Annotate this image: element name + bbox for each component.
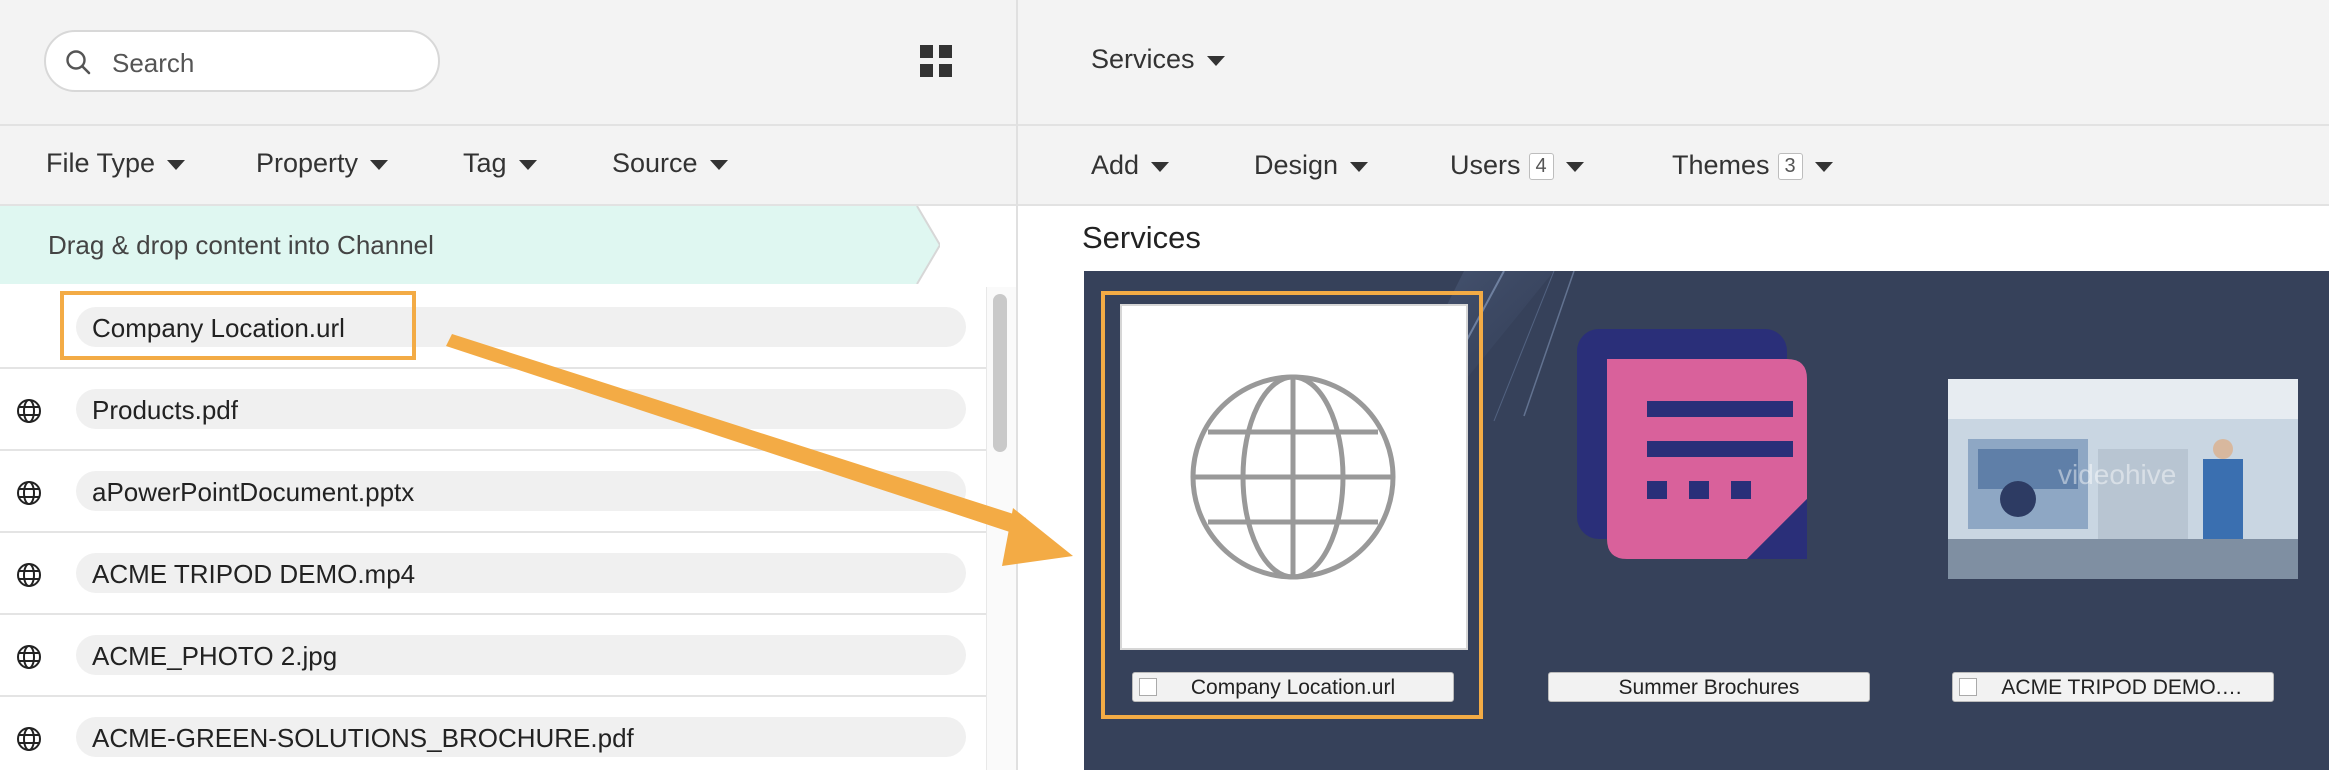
design-menu[interactable]: Design [1254,150,1369,181]
globe-icon [17,481,41,505]
property-filter[interactable]: Property [256,148,389,179]
tile-company-location[interactable]: Company Location.url [1084,271,1484,770]
list-item[interactable]: Products.pdf [0,369,986,451]
banner-chevron-edge [916,206,940,284]
globe-icon [17,399,41,423]
file-pill[interactable]: ACME TRIPOD DEMO.mp4 [76,553,966,593]
list-item[interactable]: ACME TRIPOD DEMO.mp4 [0,533,986,615]
globe-icon [1190,374,1396,580]
list-item[interactable]: aPowerPointDocument.pptx [0,451,986,533]
themes-count-badge: 3 [1777,153,1803,181]
file-pill[interactable]: Company Location.url [76,307,966,347]
tile-acme-tripod-demo[interactable]: videohive ACME TRIPOD DEMO.… [1924,271,2329,770]
tag-filter-label: Tag [463,148,507,178]
list-item[interactable]: ACME-GREEN-SOLUTIONS_BROCHURE.pdf [0,697,986,770]
watermark: videohive [2058,459,2176,490]
chevron-down-icon [370,159,389,170]
filter-bar: File Type Property Tag Source [0,126,1016,206]
globe-icon [17,727,41,751]
chevron-down-icon [1565,161,1584,172]
file-pill[interactable]: ACME-GREEN-SOLUTIONS_BROCHURE.pdf [76,717,966,757]
channel-selector[interactable]: Services [1091,44,1225,75]
globe-icon [17,645,41,669]
file-pill[interactable]: ACME_PHOTO 2.jpg [76,635,966,675]
users-menu-label: Users [1450,150,1521,180]
channel-pane: Services Add Design Users 4 Themes 3 Servi… [1018,0,2329,770]
list-item[interactable]: Company Location.url [0,287,986,369]
section-title: Services [1082,220,1201,255]
tile-label: Company Location.url [1132,672,1454,702]
tile-label-text: ACME TRIPOD DEMO.… [2001,676,2243,699]
tag-filter[interactable]: Tag [463,148,537,179]
library-header [0,0,1016,126]
chevron-down-icon [1206,55,1225,66]
link-file-icon [1139,678,1157,696]
file-type-filter[interactable]: File Type [46,148,186,179]
add-menu[interactable]: Add [1091,150,1170,181]
grid-view-icon[interactable] [920,45,952,77]
source-filter[interactable]: Source [612,148,728,179]
document-icon [1577,329,1807,559]
channel-selector-label: Services [1091,44,1195,74]
search-box[interactable] [44,30,440,92]
chevron-down-icon [518,159,537,170]
file-pill[interactable]: aPowerPointDocument.pptx [76,471,966,511]
add-menu-label: Add [1091,150,1140,180]
tile-label: ACME TRIPOD DEMO.… [1952,672,2274,702]
property-filter-label: Property [256,148,359,178]
file-pill[interactable]: Products.pdf [76,389,966,429]
scrollbar-thumb[interactable] [993,294,1007,452]
video-thumbnail: videohive [1948,379,2298,579]
search-icon [66,50,91,75]
file-name: Company Location.url [92,313,345,343]
users-menu[interactable]: Users 4 [1450,150,1584,181]
chevron-down-icon [1814,161,1833,172]
file-name: aPowerPointDocument.pptx [92,477,415,507]
users-count-badge: 4 [1528,153,1554,181]
channel-toolbar: Add Design Users 4 Themes 3 [1018,126,2329,206]
file-list: Company Location.url Products.pdf aPower… [0,287,986,770]
globe-icon [17,563,41,587]
channel-header: Services [1018,0,2329,126]
file-name: ACME-GREEN-SOLUTIONS_BROCHURE.pdf [92,723,634,753]
tile-summer-brochures[interactable]: Summer Brochures [1504,271,1904,770]
file-name: ACME_PHOTO 2.jpg [92,641,338,671]
file-name: ACME TRIPOD DEMO.mp4 [92,559,416,589]
tile-label-text: Summer Brochures [1618,676,1800,699]
design-menu-label: Design [1254,150,1339,180]
content-library-pane: File Type Property Tag Source Drag & dro… [0,0,1018,770]
file-type-filter-label: File Type [46,148,156,178]
source-filter-label: Source [612,148,698,178]
chevron-down-icon [1350,161,1369,172]
file-name: Products.pdf [92,395,238,425]
chevron-down-icon [709,159,728,170]
url-thumbnail [1120,304,1468,650]
chevron-down-icon [1151,161,1170,172]
chevron-down-icon [167,159,186,170]
play-icon [1959,678,1977,696]
themes-menu-label: Themes [1672,150,1770,180]
search-input[interactable] [110,44,414,82]
tile-label: Summer Brochures [1548,672,1870,702]
list-item[interactable]: ACME_PHOTO 2.jpg [0,615,986,697]
tile-label-text: Company Location.url [1190,676,1396,699]
themes-menu[interactable]: Themes 3 [1672,150,1833,181]
channel-canvas[interactable]: Company Location.url Summer Brochures vi… [1084,271,2329,770]
